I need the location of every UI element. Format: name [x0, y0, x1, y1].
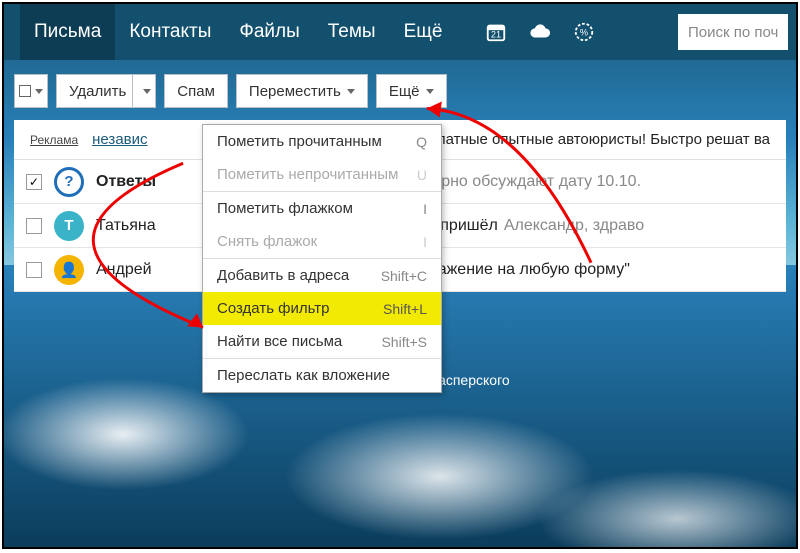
menu-shortcut: U	[417, 167, 427, 183]
nav-contacts[interactable]: Контакты	[115, 4, 225, 60]
menu-item: Пометить непрочитанным U	[203, 158, 441, 191]
from-name: Ответы	[96, 173, 156, 191]
nav-files[interactable]: Файлы	[225, 4, 313, 60]
menu-item[interactable]: Создать фильтр Shift+L	[203, 292, 441, 325]
menu-shortcut: Shift+L	[383, 301, 427, 317]
menu-item[interactable]: Добавить в адреса Shift+C	[203, 259, 441, 292]
svg-text:%: %	[580, 28, 588, 38]
menu-item: Снять флажок I	[203, 225, 441, 258]
preview: Александр, здраво	[504, 217, 644, 235]
more-dropdown: Пометить прочитанным Q Пометить непрочитан…	[202, 124, 442, 393]
delete-caret[interactable]	[132, 74, 156, 108]
ad-link[interactable]: независ	[92, 131, 147, 148]
more-button[interactable]: Ещё	[376, 74, 447, 108]
ad-text: латные опытные автоюристы! Быстро решат …	[437, 131, 770, 148]
top-nav: Письма Контакты Файлы Темы Ещё 21 % Поис…	[4, 4, 796, 60]
row-checkbox[interactable]	[26, 262, 42, 278]
avatar: Т	[54, 211, 84, 241]
avatar: ?	[54, 167, 84, 197]
search-input[interactable]: Поиск по поч	[678, 14, 788, 50]
menu-shortcut: Shift+C	[381, 268, 427, 284]
promo-icon[interactable]: %	[566, 14, 602, 50]
nav-themes[interactable]: Темы	[314, 4, 390, 60]
spam-button[interactable]: Спам	[164, 74, 228, 108]
menu-item[interactable]: Пометить флажком I	[203, 192, 441, 225]
delete-button[interactable]: Удалить	[56, 74, 132, 108]
menu-shortcut: I	[423, 201, 427, 217]
ad-label: Реклама	[30, 133, 78, 147]
menu-item-label: Пометить прочитанным	[217, 133, 382, 150]
menu-item-label: Создать фильтр	[217, 300, 330, 317]
menu-item-label: Найти все письма	[217, 333, 342, 350]
cloud-icon[interactable]	[522, 14, 558, 50]
nav-more[interactable]: Ещё	[390, 4, 457, 60]
move-button[interactable]: Переместить	[236, 74, 368, 108]
menu-item[interactable]: Пометить прочитанным Q	[203, 125, 441, 158]
calendar-icon[interactable]: 21	[478, 14, 514, 50]
menu-shortcut: Shift+S	[381, 334, 427, 350]
menu-item-label: Снять флажок	[217, 233, 317, 250]
menu-item[interactable]: Найти все письма Shift+S	[203, 325, 441, 358]
row-checkbox[interactable]	[26, 218, 42, 234]
menu-item[interactable]: Переслать как вложение	[203, 359, 441, 392]
row-checkbox[interactable]	[26, 174, 42, 190]
select-all-checkbox[interactable]	[14, 74, 48, 108]
menu-shortcut: I	[423, 234, 427, 250]
toolbar: Удалить Спам Переместить Ещё	[14, 74, 786, 108]
menu-item-label: Пометить непрочитанным	[217, 166, 398, 183]
menu-shortcut: Q	[416, 134, 427, 150]
nav-mail[interactable]: Письма	[20, 4, 115, 60]
avatar: 👤	[54, 255, 84, 285]
from-name: Андрей	[96, 261, 152, 279]
menu-item-label: Переслать как вложение	[217, 367, 390, 384]
from-name: Татьяна	[96, 217, 156, 235]
svg-text:21: 21	[491, 30, 501, 40]
menu-item-label: Пометить флажком	[217, 200, 353, 217]
menu-item-label: Добавить в адреса	[217, 267, 349, 284]
